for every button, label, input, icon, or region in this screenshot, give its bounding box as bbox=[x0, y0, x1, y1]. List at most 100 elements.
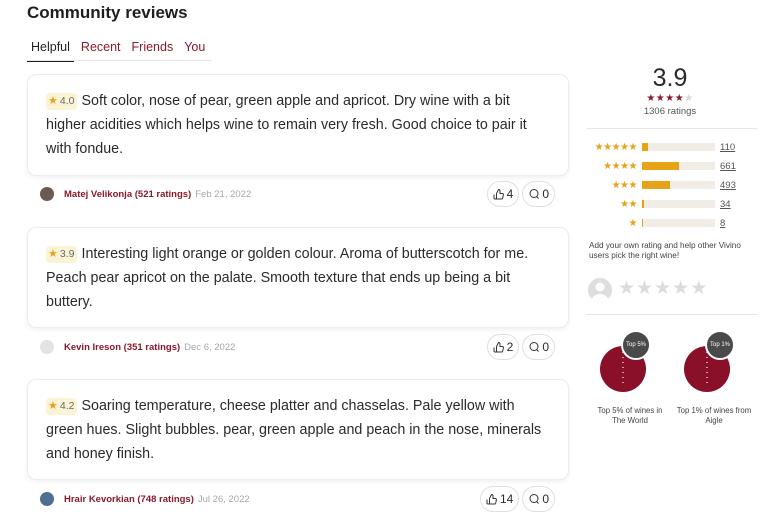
review-rating: 4.0 bbox=[59, 95, 75, 107]
star-icon: ★ bbox=[48, 95, 58, 107]
distribution-count[interactable]: 8 bbox=[720, 218, 725, 229]
user-avatar bbox=[588, 278, 612, 302]
divider bbox=[586, 128, 757, 129]
star-icon: ★ bbox=[655, 93, 666, 104]
distribution-row-3[interactable]: ★★★ 493 bbox=[588, 179, 748, 191]
review-footer: Matej Velikonja (521 ratings) Feb 21, 20… bbox=[40, 181, 555, 207]
distribution-row-5[interactable]: ★★★★★ 110 bbox=[588, 141, 748, 153]
review-rating-chip: ★ 3.9 bbox=[46, 245, 78, 263]
distribution-bar bbox=[642, 181, 715, 189]
author-link[interactable]: Hrair Kevorkian (748 ratings) bbox=[64, 494, 194, 505]
award-badge: Top 1% bbox=[670, 330, 740, 400]
divider bbox=[586, 314, 757, 315]
award-top-badge: Top 1% bbox=[705, 330, 735, 360]
star-icon: ★ bbox=[628, 217, 638, 229]
review-text: ★ 4.0 Soft color, nose of pear, green appl… bbox=[46, 89, 550, 161]
award-label: Top 5% of wines in The World bbox=[597, 406, 663, 425]
thumbs-up-icon bbox=[493, 341, 504, 353]
avatar[interactable] bbox=[40, 340, 54, 354]
review-card: ★ 4.0 Soft color, nose of pear, green appl… bbox=[27, 74, 569, 176]
distribution-fill bbox=[642, 143, 648, 151]
like-count: 14 bbox=[499, 492, 514, 506]
review-tabs: Helpful Recent Friends You bbox=[27, 38, 212, 62]
star-icon[interactable]: ★ bbox=[636, 278, 654, 299]
review-rating-chip: ★ 4.0 bbox=[46, 92, 78, 110]
rate-stars[interactable]: ★★★★★ bbox=[618, 277, 708, 300]
author-link[interactable]: Kevin Ireson (351 ratings) bbox=[64, 342, 180, 353]
comment-button[interactable]: 0 bbox=[522, 181, 555, 207]
star-icon: ★ bbox=[684, 93, 694, 104]
like-button[interactable]: 4 bbox=[486, 181, 520, 207]
distribution-bar bbox=[642, 219, 715, 227]
comment-button[interactable]: 0 bbox=[522, 486, 555, 512]
tab-friends[interactable]: Friends bbox=[128, 38, 178, 62]
review-date: Dec 6, 2022 bbox=[184, 341, 236, 353]
user-icon bbox=[591, 282, 609, 302]
section-title: Community reviews bbox=[27, 3, 188, 22]
comment-icon bbox=[529, 342, 540, 352]
distribution-bar bbox=[642, 162, 715, 170]
tab-recent[interactable]: Recent bbox=[77, 38, 125, 62]
distribution-row-2[interactable]: ★★ 34 bbox=[588, 198, 748, 210]
star-icon: ★ bbox=[646, 93, 656, 104]
star-icon[interactable]: ★ bbox=[672, 278, 690, 299]
star-icon[interactable]: ★ bbox=[618, 278, 636, 299]
tabs-divider bbox=[27, 60, 212, 61]
comment-button[interactable]: 0 bbox=[522, 334, 555, 360]
star-icon: ★★★★ bbox=[603, 160, 637, 172]
review-footer: Hrair Kevorkian (748 ratings) Jul 26, 20… bbox=[40, 486, 555, 512]
review-card: ★ 4.2 Soaring temperature, cheese platter … bbox=[27, 379, 569, 480]
award-label: Top 1% of wines from Aigle bbox=[676, 406, 752, 425]
review-body: Soft color, nose of pear, green apple an… bbox=[46, 93, 527, 157]
review-card: ★ 3.9 Interesting light orange or golden c… bbox=[27, 227, 569, 328]
review-rating: 4.2 bbox=[59, 400, 75, 412]
review-body: Interesting light orange or golden colou… bbox=[46, 246, 529, 310]
author-link[interactable]: Matej Velikonja (521 ratings) bbox=[64, 189, 191, 200]
avatar[interactable] bbox=[40, 187, 54, 201]
comment-icon bbox=[529, 189, 540, 199]
tab-helpful[interactable]: Helpful bbox=[27, 38, 74, 62]
star-icon[interactable]: ★ bbox=[690, 278, 708, 299]
comment-count: 0 bbox=[542, 340, 549, 354]
distribution-fill bbox=[642, 162, 680, 170]
distribution-row-1[interactable]: ★ 8 bbox=[588, 217, 748, 229]
average-stars: ★★★★★ bbox=[588, 93, 752, 104]
review-rating-chip: ★ 4.2 bbox=[46, 397, 78, 415]
add-rating-text: Add your own rating and help other Vivin… bbox=[589, 241, 741, 260]
thumbs-up-icon bbox=[486, 493, 497, 505]
review-text: ★ 4.2 Soaring temperature, cheese platter … bbox=[46, 394, 550, 466]
review-text: ★ 3.9 Interesting light orange or golden c… bbox=[46, 242, 550, 314]
award-top-badge: Top 5% bbox=[621, 330, 651, 360]
thumbs-up-icon bbox=[493, 188, 504, 200]
star-icon: ★ bbox=[674, 93, 685, 104]
star-icon[interactable]: ★ bbox=[654, 278, 672, 299]
like-button[interactable]: 2 bbox=[486, 334, 520, 360]
distribution-fill bbox=[642, 181, 670, 189]
distribution-bar bbox=[642, 200, 715, 208]
distribution-count[interactable]: 661 bbox=[720, 161, 736, 172]
distribution-fill bbox=[642, 219, 643, 227]
tab-you[interactable]: You bbox=[180, 38, 209, 62]
star-icon: ★ bbox=[665, 93, 675, 104]
comment-icon bbox=[529, 494, 540, 504]
distribution-count[interactable]: 493 bbox=[720, 180, 736, 191]
review-rating: 3.9 bbox=[59, 248, 75, 260]
award-badge: Top 5% bbox=[586, 330, 656, 400]
comment-count: 0 bbox=[542, 187, 549, 201]
like-count: 4 bbox=[506, 187, 514, 201]
distribution-row-4[interactable]: ★★★★ 661 bbox=[588, 160, 748, 172]
review-date: Feb 21, 2022 bbox=[195, 188, 252, 200]
star-icon: ★★★ bbox=[611, 179, 638, 191]
distribution-fill bbox=[642, 200, 645, 208]
review-body: Soaring temperature, cheese platter and … bbox=[46, 398, 542, 462]
like-button[interactable]: 14 bbox=[479, 486, 520, 512]
star-icon: ★ bbox=[48, 400, 58, 412]
ratings-count: 1306 ratings bbox=[643, 106, 697, 117]
distribution-count[interactable]: 34 bbox=[720, 199, 731, 210]
review-footer: Kevin Ireson (351 ratings) Dec 6, 2022 2… bbox=[40, 334, 555, 360]
star-icon: ★★ bbox=[620, 198, 637, 210]
avatar[interactable] bbox=[40, 492, 54, 506]
distribution-count[interactable]: 110 bbox=[720, 142, 735, 153]
comment-count: 0 bbox=[542, 492, 549, 506]
review-date: Jul 26, 2022 bbox=[197, 493, 250, 505]
